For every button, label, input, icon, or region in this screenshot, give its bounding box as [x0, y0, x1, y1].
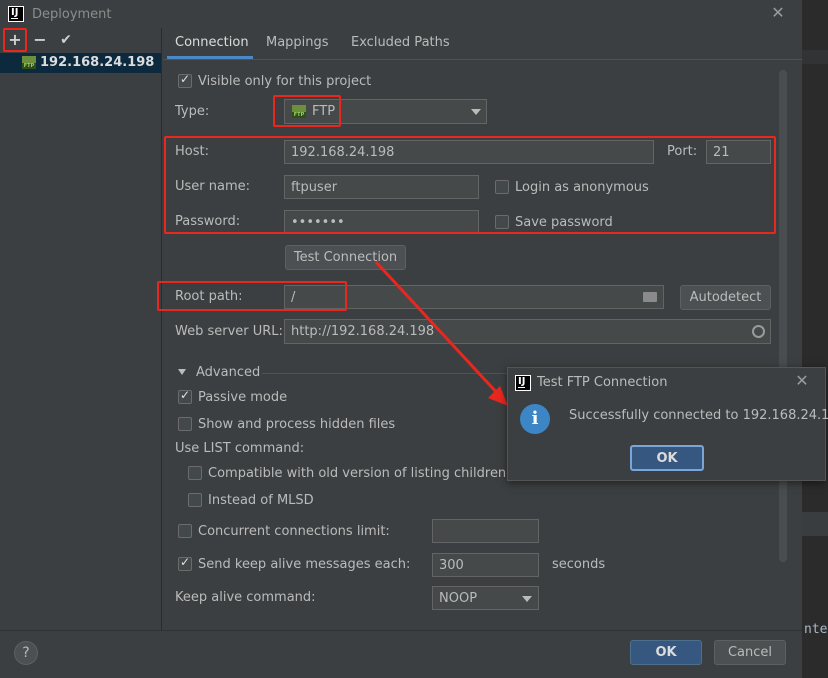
annotation-arrow: [374, 260, 508, 406]
close-icon[interactable]: ✕: [792, 371, 812, 391]
popup-message: Successfully connected to 192.168.24.198…: [569, 408, 828, 423]
popup-title: Test FTP Connection: [537, 375, 668, 390]
info-icon: i: [520, 404, 550, 434]
popup-ok-button[interactable]: OK: [630, 445, 704, 471]
test-ftp-connection-dialog: IJ Test FTP Connection ✕ Successfully co…: [507, 367, 828, 481]
app-icon: IJ: [515, 375, 531, 391]
